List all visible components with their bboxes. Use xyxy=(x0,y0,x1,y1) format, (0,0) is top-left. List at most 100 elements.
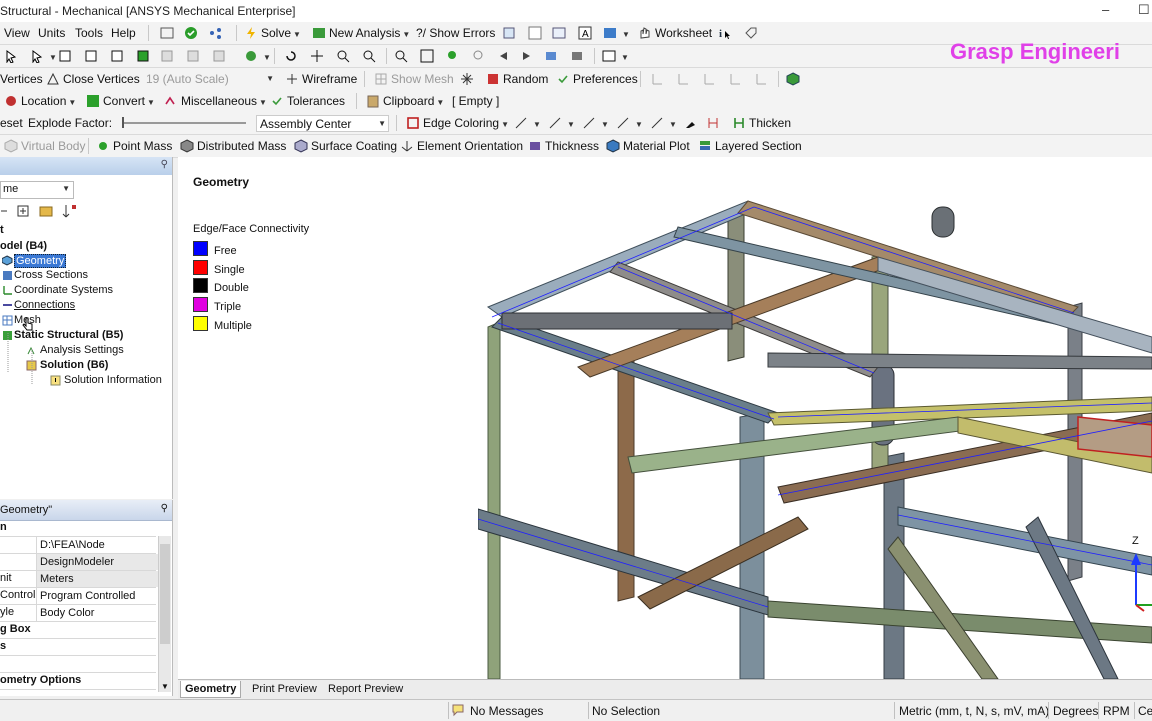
frame-structure-model[interactable] xyxy=(478,157,1152,679)
info-cursor-icon[interactable]: i xyxy=(718,25,735,41)
edge-style-2-icon[interactable]: ▼ xyxy=(548,115,575,131)
convert-button[interactable]: Convert ▼ xyxy=(86,93,155,109)
material-plot-button[interactable]: Material Plot xyxy=(606,138,690,154)
cube-icon[interactable] xyxy=(786,71,803,87)
edge-style-3-icon[interactable]: ▼ xyxy=(582,115,609,131)
messages-status[interactable]: No Messages xyxy=(470,704,543,718)
select-mode-icon[interactable] xyxy=(4,48,21,64)
details-row[interactable]: Control Program Controlled xyxy=(0,588,156,605)
thickness-button[interactable]: Thickness xyxy=(528,138,599,154)
select-edge-icon[interactable] xyxy=(84,48,101,64)
solve-button[interactable]: Solve ▼ xyxy=(244,25,301,41)
edge-style-5-icon[interactable]: ▼ xyxy=(650,115,677,131)
miscellaneous-button[interactable]: Miscellaneous ▼ xyxy=(164,93,267,109)
extend-icon[interactable] xyxy=(160,48,177,64)
virtual-body-button[interactable]: Virtual Body xyxy=(4,138,85,154)
edge-coloring-button[interactable]: Edge Coloring ▼ xyxy=(406,115,509,131)
details-row[interactable]: D:\FEA\Node Merge\N... xyxy=(0,537,158,567)
name-filter-dropdown[interactable]: me ▼ xyxy=(0,181,74,199)
align-5-icon[interactable] xyxy=(754,71,771,87)
pointer-icon[interactable]: ▼ xyxy=(30,48,57,64)
tolerances-button[interactable]: Tolerances xyxy=(270,93,345,109)
check-icon[interactable] xyxy=(184,25,201,41)
details-scrollbar[interactable]: ▼ xyxy=(158,536,171,692)
details-group-row[interactable]: s xyxy=(0,639,156,656)
thicken-button[interactable]: Thicken xyxy=(732,115,791,131)
unit-system-status[interactable]: Metric (mm, t, N, s, mV, mA) xyxy=(899,704,1049,718)
menu-view[interactable]: View xyxy=(4,25,30,41)
details-row[interactable]: DesignModeler xyxy=(0,554,158,571)
abc-icon[interactable] xyxy=(528,25,545,41)
details-group-row[interactable] xyxy=(0,656,156,673)
worksheet-button[interactable]: Worksheet xyxy=(638,25,712,41)
tab-report-preview[interactable]: Report Preview xyxy=(326,681,405,697)
zoom-green-icon[interactable] xyxy=(446,48,463,64)
script-icon[interactable] xyxy=(160,25,177,41)
align-3-icon[interactable] xyxy=(702,71,719,87)
details-row[interactable]: nit Meters xyxy=(0,571,158,588)
details-value[interactable]: Body Color xyxy=(36,605,158,621)
tree-project[interactable]: t xyxy=(0,224,4,236)
iso-view-icon[interactable] xyxy=(544,48,561,64)
extend3-icon[interactable] xyxy=(212,48,229,64)
graphics-viewport[interactable]: Geometry Edge/Face Connectivity Free Sing… xyxy=(178,157,1152,679)
tag-icon[interactable] xyxy=(744,25,761,41)
rpm-units-status[interactable]: RPM xyxy=(1103,704,1130,718)
menu-tools[interactable]: Tools xyxy=(75,25,103,41)
box-zoom-icon[interactable] xyxy=(362,48,379,64)
tree-solution-information[interactable]: Solution Information xyxy=(64,374,162,386)
maximize-button[interactable]: ☐ xyxy=(1138,2,1150,18)
pin-icon[interactable]: ⚲ xyxy=(161,159,168,170)
next-view-icon[interactable] xyxy=(520,48,537,64)
tab-print-preview[interactable]: Print Preview xyxy=(250,681,319,697)
close-vertices-button[interactable]: Close Vertices xyxy=(46,71,140,87)
menu-help[interactable]: Help xyxy=(111,25,136,41)
element-orientation-button[interactable]: Element Orientation xyxy=(400,138,523,154)
details-group-row[interactable]: g Box xyxy=(0,622,156,639)
selection-filter-icon[interactable]: ▼ xyxy=(244,48,271,64)
select-vertex-icon[interactable] xyxy=(58,48,75,64)
layered-section-button[interactable]: Layered Section xyxy=(698,138,802,154)
connect-icon[interactable] xyxy=(208,25,225,41)
select-face-icon[interactable] xyxy=(110,48,127,64)
minimize-button[interactable]: – xyxy=(1102,2,1109,17)
zoom-out-icon[interactable] xyxy=(472,48,489,64)
temperature-units-status[interactable]: Ce xyxy=(1138,704,1152,718)
pin-edge-icon[interactable] xyxy=(684,115,701,131)
clipboard-button[interactable]: Clipboard ▼ xyxy=(366,93,444,109)
surface-coating-button[interactable]: Surface Coating xyxy=(294,138,397,154)
random-colors-icon[interactable] xyxy=(460,71,477,87)
pan-icon[interactable] xyxy=(310,48,327,64)
zoom-box-icon[interactable] xyxy=(420,48,437,64)
explode-slider[interactable] xyxy=(122,122,246,124)
align-4-icon[interactable] xyxy=(728,71,745,87)
scale-dropdown[interactable]: 19 (Auto Scale) ▼ xyxy=(146,71,276,87)
thin-icon[interactable] xyxy=(706,115,723,131)
extend2-icon[interactable] xyxy=(186,48,203,64)
rotate-icon[interactable] xyxy=(284,48,301,64)
previous-view-icon[interactable] xyxy=(496,48,513,64)
random-button[interactable]: Random xyxy=(486,71,548,87)
assembly-center-dropdown[interactable]: Assembly Center ▼ xyxy=(256,115,389,132)
show-errors-button[interactable]: ?/ Show Errors xyxy=(416,25,495,41)
align-1-icon[interactable] xyxy=(650,71,667,87)
message-icon[interactable] xyxy=(452,703,468,720)
image-icon[interactable] xyxy=(552,25,569,41)
view-icon[interactable]: ▼ xyxy=(603,25,630,41)
menu-units[interactable]: Units xyxy=(38,25,65,41)
details-value[interactable]: D:\FEA\Node Merge\N... xyxy=(36,537,158,567)
preferences-button[interactable]: Preferences xyxy=(556,71,638,87)
details-value[interactable]: Program Controlled xyxy=(36,588,158,604)
edge-style-1-icon[interactable]: ▼ xyxy=(514,115,541,131)
new-analysis-button[interactable]: New Analysis ▼ xyxy=(312,25,410,41)
distributed-mass-button[interactable]: Distributed Mass xyxy=(180,138,286,154)
details-group-row[interactable]: ometry Options xyxy=(0,673,156,690)
location-button[interactable]: Location ▼ xyxy=(4,93,76,109)
details-value[interactable]: DesignModeler xyxy=(36,554,158,570)
details-pin-icon[interactable]: ⚲ xyxy=(161,503,168,514)
angle-units-status[interactable]: Degrees xyxy=(1053,704,1098,718)
text-icon[interactable]: A xyxy=(578,25,595,41)
zoom-icon[interactable] xyxy=(336,48,353,64)
zoom-fit-icon[interactable] xyxy=(394,48,411,64)
show-mesh-button[interactable]: Show Mesh xyxy=(374,71,454,87)
